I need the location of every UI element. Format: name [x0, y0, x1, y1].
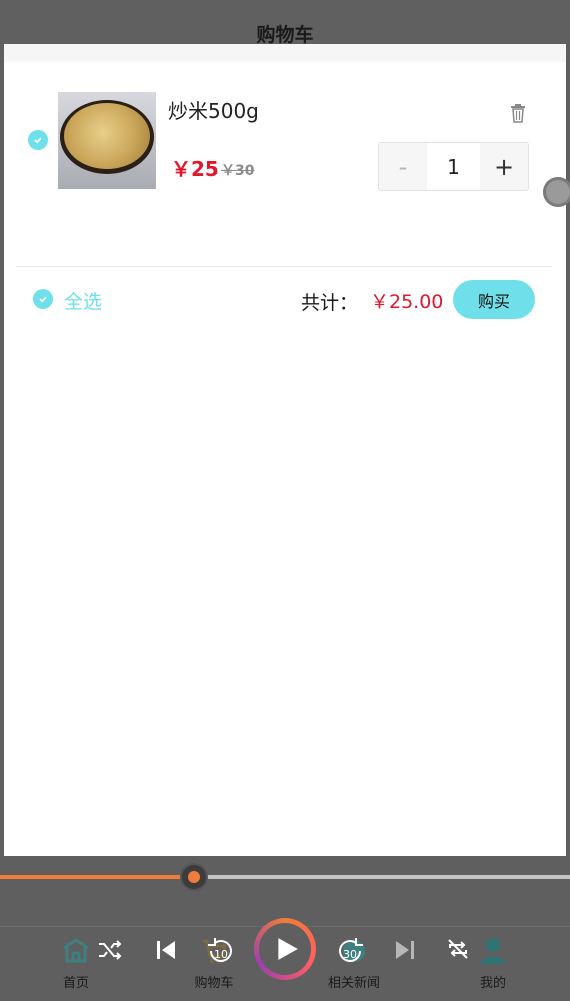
tab-label: 相关新闻	[327, 976, 380, 991]
product-name[interactable]: 炒米500g	[168, 95, 259, 124]
user-icon	[481, 938, 505, 964]
tab-label: 首页	[62, 976, 89, 991]
forward-icon[interactable]: 30	[335, 936, 365, 964]
cart-page: 炒米500g ￥25 ￥30 - 1 + 全选 共计： ￥25.00 购买	[4, 44, 566, 856]
product-old-price: ￥30	[221, 163, 255, 179]
forward-seconds: 30	[343, 948, 357, 961]
check-icon	[39, 296, 47, 303]
decrease-button[interactable]: -	[379, 143, 427, 190]
next-icon[interactable]	[394, 939, 416, 961]
progress-knob[interactable]	[179, 863, 208, 891]
check-icon	[34, 137, 42, 144]
increase-button[interactable]: +	[480, 143, 528, 190]
total-label: 共计：	[301, 292, 359, 314]
buy-button[interactable]: 购买	[453, 280, 535, 319]
rewind-seconds: 10	[214, 948, 228, 961]
quantity-value[interactable]: 1	[427, 143, 480, 190]
tab-label: 我的	[479, 976, 506, 991]
shuffle-icon[interactable]	[97, 938, 123, 962]
page-title: 购物车	[256, 24, 314, 46]
tab-label: 购物车	[194, 976, 234, 991]
progress-fill	[0, 875, 194, 879]
top-gap	[4, 44, 566, 62]
rewind-icon[interactable]: 10	[206, 936, 236, 964]
quantity-stepper: - 1 +	[378, 142, 529, 191]
play-button[interactable]	[254, 918, 316, 980]
divider	[16, 266, 552, 267]
trash-icon[interactable]	[509, 103, 527, 123]
floating-handle[interactable]	[543, 177, 570, 207]
play-icon	[278, 938, 298, 960]
product-price: ￥25	[171, 157, 219, 181]
select-all-label[interactable]: 全选	[64, 287, 102, 314]
item-checkbox[interactable]	[28, 130, 48, 150]
product-image[interactable]	[58, 92, 156, 189]
total-amount: ￥25.00	[370, 291, 444, 313]
repeat-off-icon[interactable]	[446, 937, 470, 961]
previous-icon[interactable]	[155, 939, 177, 961]
home-icon	[63, 938, 89, 963]
select-all-checkbox[interactable]	[33, 289, 53, 309]
